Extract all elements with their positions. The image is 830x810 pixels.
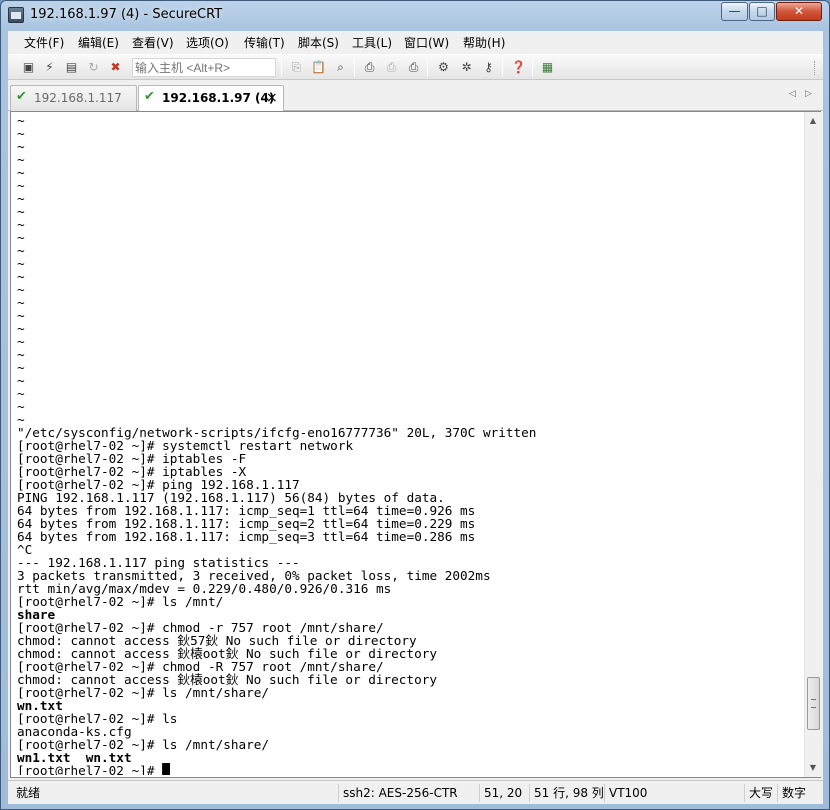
toolbar-separator: [354, 59, 355, 77]
terminal-line: [root@rhel7-02 ~]# █: [17, 763, 170, 775]
terminal-line: ~: [17, 399, 25, 414]
print-icon[interactable]: ⎙: [361, 59, 378, 76]
tab-session-117[interactable]: ✔ 192.168.1.117 (2): [10, 85, 137, 129]
tab-scroll-left-icon[interactable]: ◁: [789, 89, 796, 99]
scroll-thumb[interactable]: [807, 677, 820, 730]
terminal-output[interactable]: ~ ~ ~ ~ ~ ~ ~ ~ ~ ~ ~ ~ ~ ~ ~ ~ ~ ~ ~ ~ ~ ~ ~ ~ "/etc/sysconfig/…: [17, 114, 804, 775]
quick-connect-icon[interactable]: ⚡: [41, 59, 58, 76]
terminal-line: ~: [17, 386, 25, 401]
connect-icon[interactable]: ▣: [20, 59, 37, 76]
terminal-line: ~: [17, 230, 25, 245]
terminal-line: ~: [17, 152, 25, 167]
menu-help[interactable]: 帮助(H): [463, 34, 505, 51]
terminal-line: ~: [17, 217, 25, 232]
title-bar[interactable]: 192.168.1.97 (4) - SecureCRT — □ ✕: [1, 1, 829, 31]
terminal-line: ~: [17, 114, 25, 128]
status-caps: 大写: [744, 784, 777, 802]
print-setup-icon[interactable]: ⎙: [405, 59, 422, 76]
toolbar-separator: [532, 59, 533, 77]
status-bar: 就绪 ssh2: AES-256-CTR 51, 20 51 行, 98 列 V…: [8, 780, 823, 804]
terminal-line: ~: [17, 334, 25, 349]
terminal-line: ~: [17, 139, 25, 154]
terminal-line: 64 bytes from 192.168.1.117: icmp_seq=3 …: [17, 529, 476, 544]
connected-check-icon: ✔: [144, 89, 155, 104]
copy-icon[interactable]: ⎘: [288, 59, 305, 76]
terminal-line: ~: [17, 269, 25, 284]
menu-window[interactable]: 窗口(W): [404, 34, 449, 51]
global-options-icon[interactable]: ✲: [458, 59, 475, 76]
terminal-line: ~: [17, 360, 25, 375]
find-icon[interactable]: ⌕: [332, 59, 349, 76]
connect-tab-icon[interactable]: ▤: [63, 59, 80, 76]
terminal-line: ~: [17, 165, 25, 180]
menu-transfer[interactable]: 传输(T): [244, 34, 285, 51]
menu-tools[interactable]: 工具(L): [352, 34, 392, 51]
minimize-button[interactable]: —: [721, 2, 748, 21]
terminal-line: ~: [17, 373, 25, 388]
securecrt-window: 192.168.1.97 (4) - SecureCRT — □ ✕ 文件(F)…: [0, 0, 830, 810]
paste-icon[interactable]: 📋: [310, 59, 327, 76]
toolbar-grip[interactable]: [814, 61, 820, 75]
toolbar: ▣ ⚡ ▤ ↻ ✖ ⎘ 📋 ⌕ ⎙ ⎙ ⎙ ⚙ ✲ ⚷ ❓ ▦: [8, 54, 823, 80]
tab-session-97[interactable]: ✔ 192.168.1.97 (4) ×: [138, 85, 284, 112]
terminal-line: ~: [17, 126, 25, 141]
terminal-line: ~: [17, 204, 25, 219]
terminal-line: ~: [17, 321, 25, 336]
host-input[interactable]: [132, 58, 276, 77]
toolbar-separator: [427, 59, 428, 77]
terminal-line: ~: [17, 308, 25, 323]
terminal-line: ~: [17, 347, 25, 362]
status-cursor: 51, 20: [479, 784, 529, 802]
terminal-line: [root@rhel7-02 ~]# ls /mnt/share/: [17, 685, 270, 700]
print-selection-icon[interactable]: ⎙: [383, 59, 400, 76]
scroll-up-icon[interactable]: ▲: [805, 112, 821, 129]
tab-scroll-right-icon[interactable]: ▷: [805, 89, 812, 99]
window-title: 192.168.1.97 (4) - SecureCRT: [30, 7, 223, 22]
disconnect-icon[interactable]: ✖: [107, 59, 124, 76]
terminal-line: ~: [17, 178, 25, 193]
vertical-scrollbar[interactable]: ▲ ▼: [804, 112, 821, 777]
client-area: 文件(F) 编辑(E) 查看(V) 选项(O) 传输(T) 脚本(S) 工具(L…: [8, 31, 823, 804]
menu-script[interactable]: 脚本(S): [298, 34, 339, 51]
maximize-button[interactable]: □: [749, 2, 775, 21]
terminal-line: ~: [17, 191, 25, 206]
scroll-down-icon[interactable]: ▼: [805, 759, 821, 776]
terminal-line: [root@rhel7-02 ~]# ls /mnt/share/: [17, 737, 270, 752]
terminal-line: ~: [17, 295, 25, 310]
tab-label: 192.168.1.97 (4): [162, 91, 275, 105]
sftp-icon[interactable]: ▦: [539, 59, 556, 76]
menu-file[interactable]: 文件(F): [24, 34, 64, 51]
connected-check-icon: ✔: [16, 89, 27, 104]
terminal-line: [root@rhel7-02 ~]# ls /mnt/: [17, 594, 224, 609]
terminal-frame: ~ ~ ~ ~ ~ ~ ~ ~ ~ ~ ~ ~ ~ ~ ~ ~ ~ ~ ~ ~ ~ ~ ~ ~ "/etc/sysconfig/…: [10, 111, 821, 778]
session-options-icon[interactable]: ⚙: [435, 59, 452, 76]
terminal-line: ~: [17, 256, 25, 271]
status-terminal-type: VT100: [604, 784, 664, 802]
terminal-line: ~: [17, 282, 25, 297]
terminal-line: [root@rhel7-02 ~]# ls: [17, 711, 178, 726]
securecrt-app-icon[interactable]: [8, 7, 24, 23]
reconnect-icon[interactable]: ↻: [85, 59, 102, 76]
menu-options[interactable]: 选项(O): [186, 34, 229, 51]
keymap-icon[interactable]: ⚷: [480, 59, 497, 76]
session-tabs: ✔ 192.168.1.117 (2) ✔ 192.168.1.97 (4) ×…: [8, 81, 823, 129]
status-num: 数字: [777, 784, 817, 802]
menu-bar: 文件(F) 编辑(E) 查看(V) 选项(O) 传输(T) 脚本(S) 工具(L…: [8, 31, 823, 53]
help-icon[interactable]: ❓: [510, 59, 527, 76]
terminal-line: ~: [17, 243, 25, 258]
status-size: 51 行, 98 列: [529, 784, 604, 802]
toolbar-separator: [281, 59, 282, 77]
toolbar-separator: [502, 59, 503, 77]
menu-edit[interactable]: 编辑(E): [78, 34, 119, 51]
status-protocol: ssh2: AES-256-CTR: [338, 784, 478, 802]
menu-view[interactable]: 查看(V): [132, 34, 174, 51]
close-button[interactable]: ✕: [776, 2, 822, 21]
status-ready: 就绪: [16, 786, 41, 800]
tab-close-icon[interactable]: ×: [266, 86, 278, 110]
